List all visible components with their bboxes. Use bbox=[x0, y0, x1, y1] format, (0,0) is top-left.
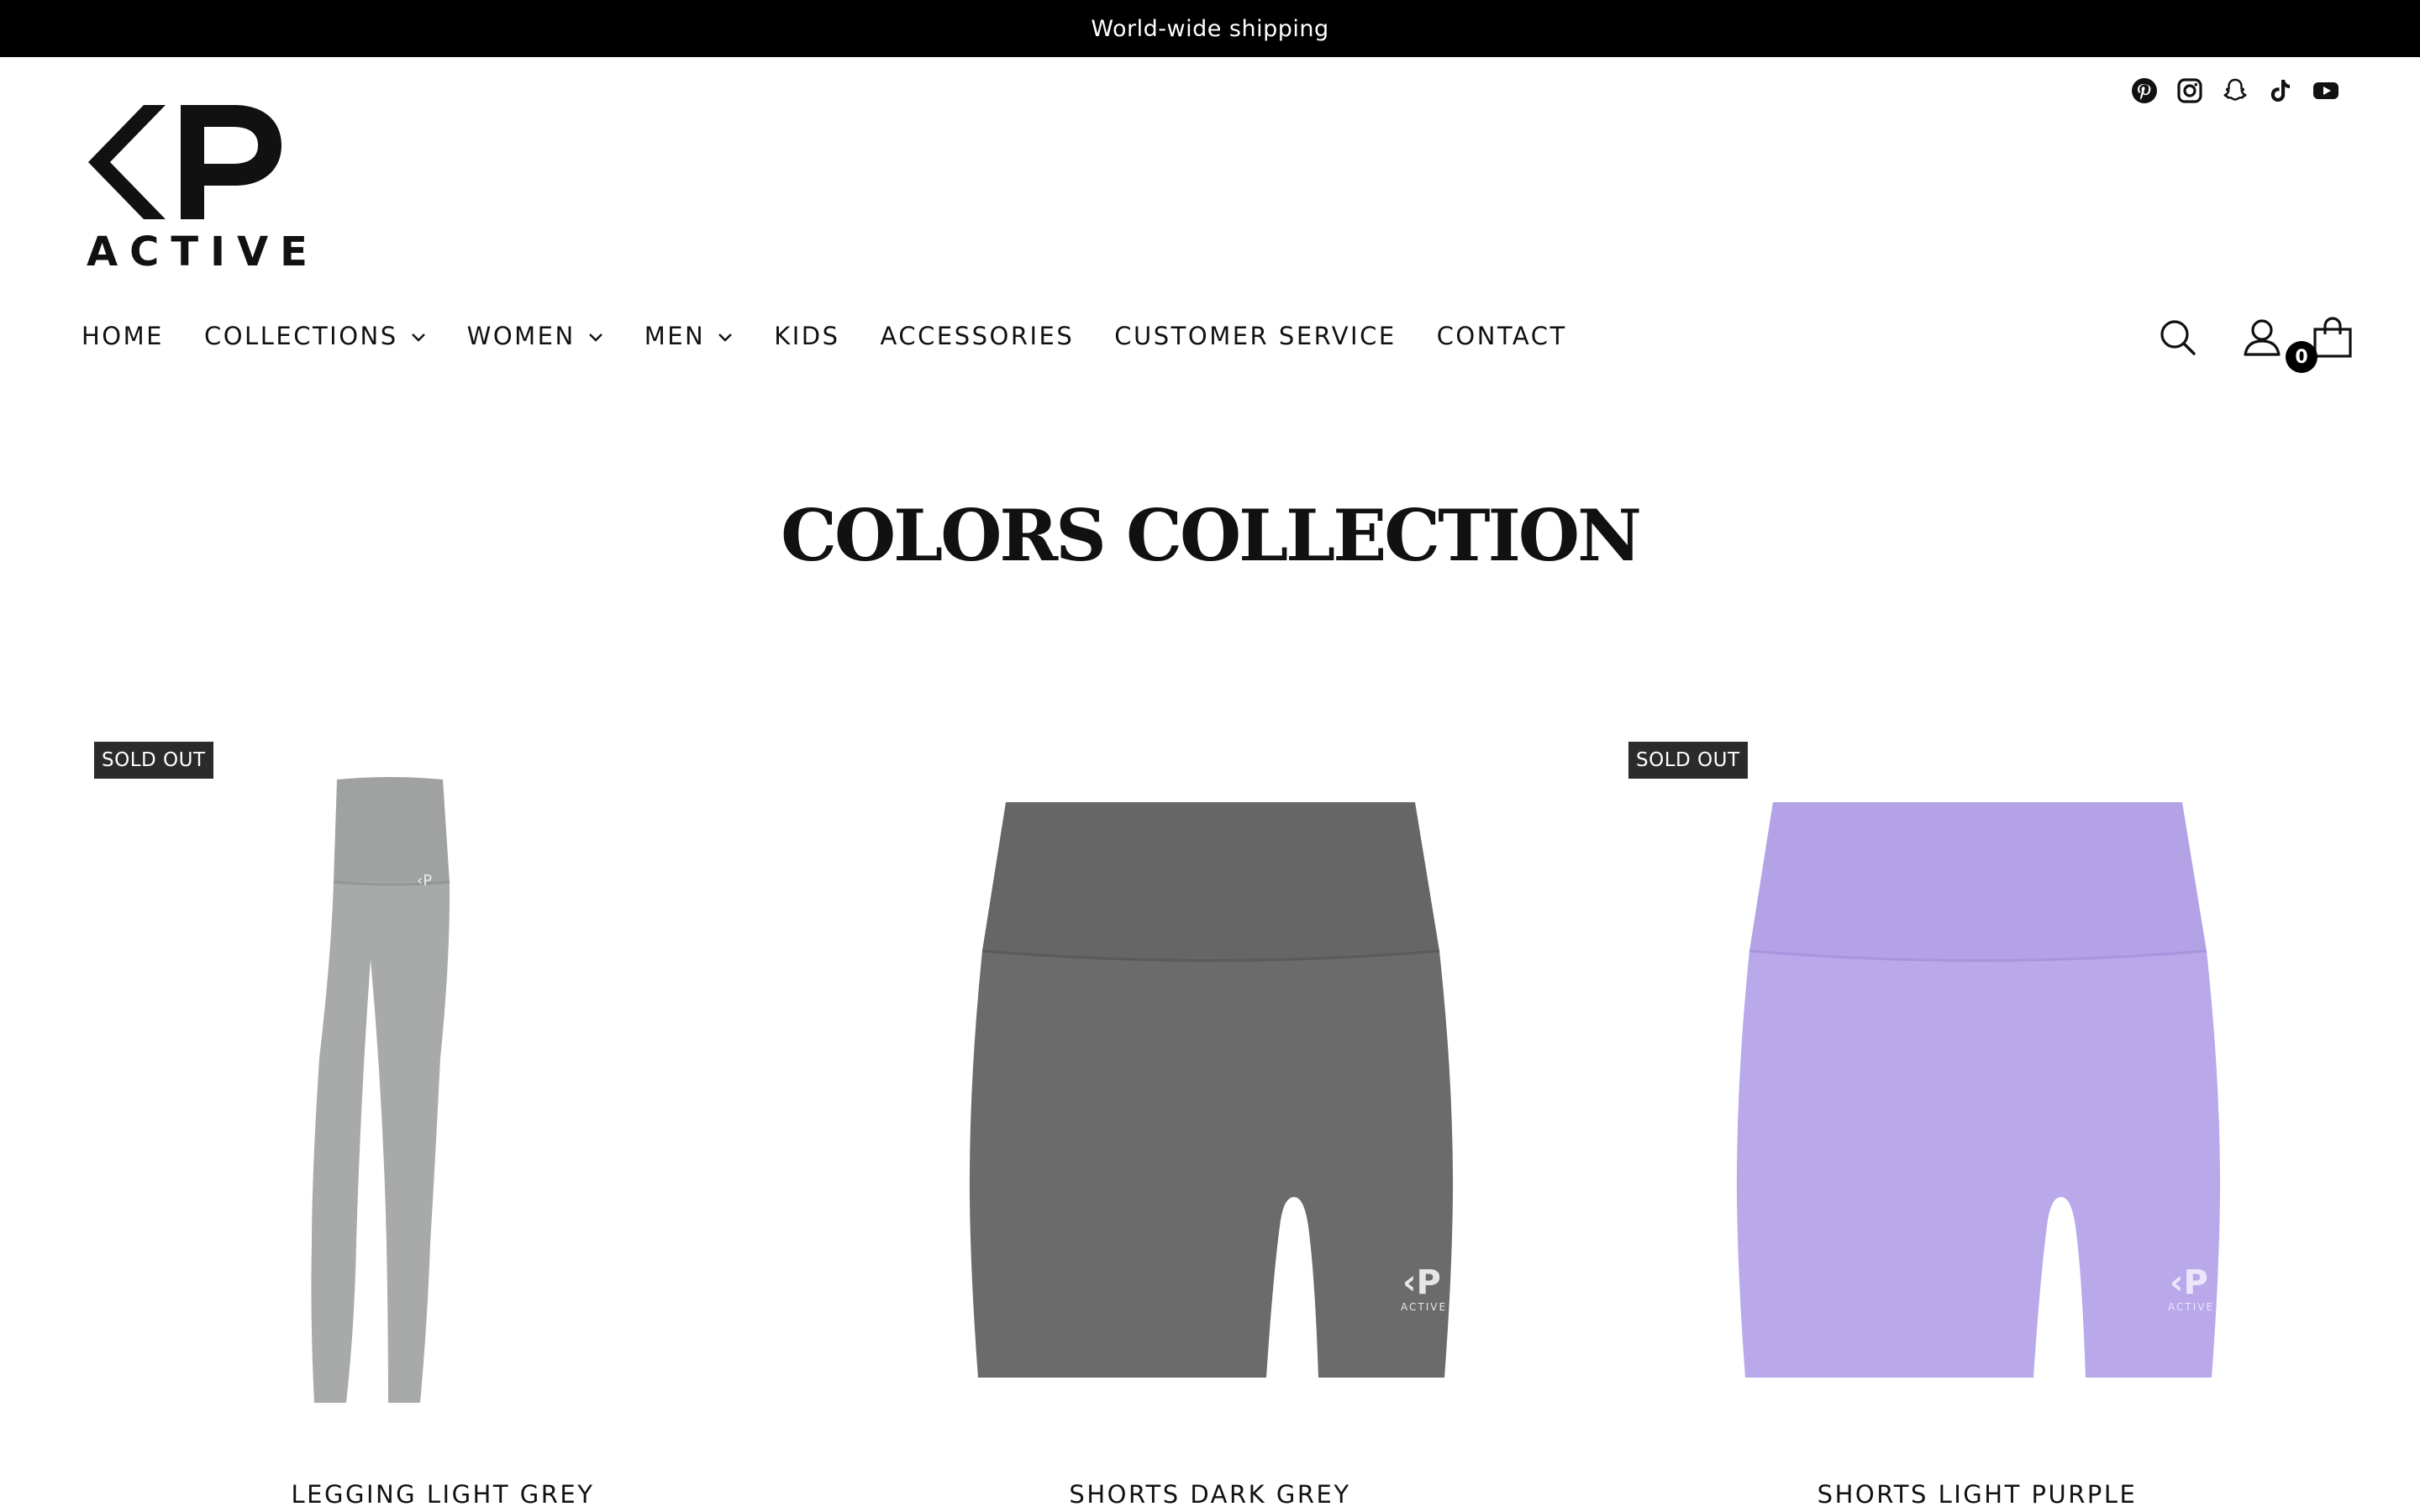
account-icon[interactable] bbox=[2240, 316, 2284, 360]
nav-item-label: KIDS bbox=[774, 322, 840, 350]
nav-item-label: WOMEN bbox=[466, 322, 576, 350]
announcement-bar: World-wide shipping bbox=[0, 0, 2420, 57]
youtube-icon[interactable] bbox=[2312, 77, 2339, 104]
pinterest-icon[interactable] bbox=[2131, 77, 2158, 104]
svg-text:‹P: ‹P bbox=[417, 872, 432, 890]
instagram-icon[interactable] bbox=[2176, 77, 2203, 104]
nav-item-label: HOME bbox=[82, 322, 164, 350]
chevron-down-icon bbox=[588, 333, 602, 342]
sold-out-badge: SOLD OUT bbox=[1628, 742, 1748, 779]
nav-item-home[interactable]: HOME bbox=[82, 322, 164, 350]
product-title[interactable]: SHORTS LIGHT PURPLE bbox=[1622, 1480, 2333, 1509]
product-card[interactable]: ‹P ACTIVE SOLD OUT SHORTS LIGHT PURPLE bbox=[1622, 739, 2333, 1512]
cart-count-badge: 0 bbox=[2286, 341, 2317, 373]
nav-item-label: ACCESSORIES bbox=[880, 322, 1075, 350]
logo-monogram bbox=[88, 105, 281, 219]
product-image[interactable]: ‹P ACTIVE bbox=[855, 739, 1565, 1428]
nav-item-accessories[interactable]: ACCESSORIES bbox=[881, 322, 1075, 350]
tiktok-icon[interactable] bbox=[2267, 77, 2294, 104]
product-card[interactable]: ‹P ACTIVE SHORTS DARK GREY bbox=[855, 739, 1565, 1512]
search-icon[interactable] bbox=[2156, 316, 2200, 360]
nav-item-customer-service[interactable]: CUSTOMER SERVICE bbox=[1114, 322, 1396, 350]
nav-item-men[interactable]: MEN bbox=[644, 322, 734, 350]
page-title: COLORS COLLECTION bbox=[781, 494, 1642, 577]
announcement-text: World-wide shipping bbox=[1091, 15, 1329, 42]
product-image[interactable]: ‹P ACTIVE bbox=[1622, 739, 2333, 1428]
nav-item-label: CONTACT bbox=[1436, 322, 1567, 350]
chevron-down-icon bbox=[718, 333, 733, 342]
cart-icon[interactable] bbox=[2311, 316, 2354, 360]
product-title[interactable]: LEGGING LIGHT GREY bbox=[87, 1480, 798, 1509]
social-links bbox=[2131, 77, 2339, 104]
snapchat-icon[interactable] bbox=[2222, 77, 2249, 104]
nav-item-label: CUSTOMER SERVICE bbox=[1114, 322, 1397, 350]
nav-item-collections[interactable]: COLLECTIONS bbox=[204, 322, 427, 350]
chevron-down-icon bbox=[411, 333, 425, 342]
sold-out-badge: SOLD OUT bbox=[94, 742, 213, 779]
product-title[interactable]: SHORTS DARK GREY bbox=[855, 1480, 1565, 1509]
product-card[interactable]: ‹P SOLD OUT LEGGING LIGHT GREY bbox=[87, 739, 798, 1512]
svg-text:ACTIVE: ACTIVE bbox=[2168, 1301, 2214, 1313]
product-image[interactable]: ‹P bbox=[87, 739, 798, 1428]
cart: 0 bbox=[2286, 316, 2354, 373]
nav-item-women[interactable]: WOMEN bbox=[467, 322, 604, 350]
shorts-image: ‹P ACTIVE bbox=[1736, 802, 2221, 1378]
legging-image: ‹P bbox=[311, 777, 450, 1403]
nav-item-label: COLLECTIONS bbox=[203, 322, 398, 350]
main-nav: HOME COLLECTIONS WOMEN MEN KIDS ACCESSOR… bbox=[82, 318, 1567, 354]
nav-item-label: MEN bbox=[644, 322, 706, 350]
shorts-image: ‹P ACTIVE bbox=[969, 802, 1454, 1378]
svg-text:ACTIVE: ACTIVE bbox=[1401, 1301, 1447, 1313]
logo-wordmark: ACTIVE bbox=[87, 228, 319, 276]
svg-text:‹P: ‹P bbox=[2170, 1263, 2208, 1302]
nav-item-contact[interactable]: CONTACT bbox=[1437, 322, 1567, 350]
svg-text:‹P: ‹P bbox=[1402, 1263, 1441, 1302]
header-actions: 0 bbox=[2156, 316, 2354, 373]
nav-item-kids[interactable]: KIDS bbox=[774, 322, 839, 350]
